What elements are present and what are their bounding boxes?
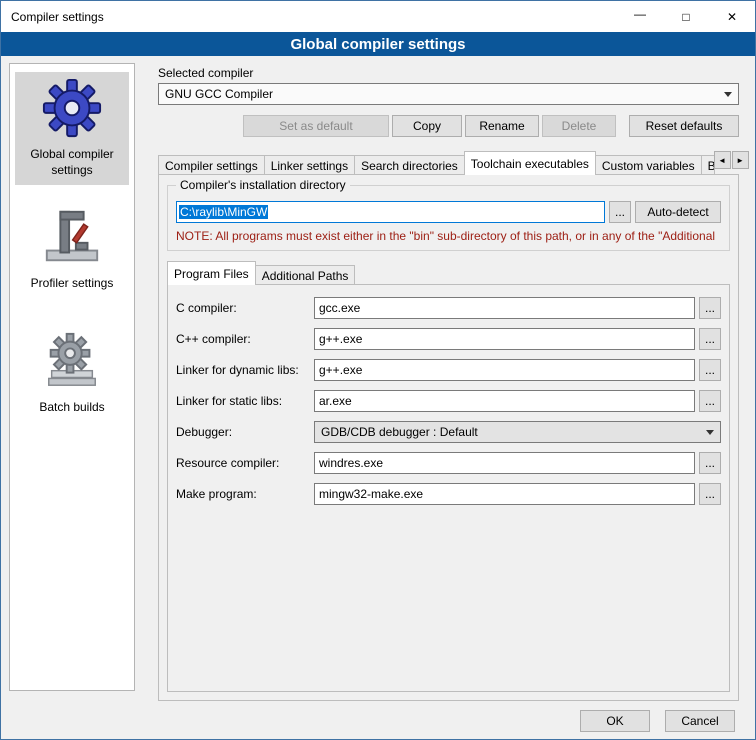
debugger-select[interactable]: GDB/CDB debugger : Default <box>314 421 721 443</box>
program-files-panel: C compiler: ... C++ compiler: ... Linker… <box>167 284 730 692</box>
c-compiler-input[interactable] <box>314 297 695 319</box>
tab-build-options[interactable]: Build <box>701 155 715 175</box>
arrow-right-icon: ► <box>736 156 744 165</box>
static-linker-input[interactable] <box>314 390 695 412</box>
gear-icon <box>41 77 103 139</box>
field-label: Resource compiler: <box>176 456 314 470</box>
form-row-dynamic-linker: Linker for dynamic libs: ... <box>176 359 721 381</box>
tab-additional-paths[interactable]: Additional Paths <box>255 265 356 285</box>
chevron-down-icon <box>724 92 732 97</box>
settings-sidebar: Global compiler settings Profiler settin… <box>9 63 135 691</box>
field-label: C compiler: <box>176 301 314 315</box>
installation-directory-label: Compiler's installation directory <box>176 178 350 192</box>
auto-detect-button[interactable]: Auto-detect <box>635 201 721 223</box>
field-label: Linker for static libs: <box>176 394 314 408</box>
compiler-actions: Set as default Copy Rename Delete Reset … <box>158 115 739 137</box>
selected-compiler-label: Selected compiler <box>158 66 253 80</box>
sidebar-item-profiler-settings[interactable]: Profiler settings <box>15 201 129 299</box>
field-label: C++ compiler: <box>176 332 314 346</box>
debugger-value: GDB/CDB debugger : Default <box>321 425 700 439</box>
browse-button[interactable]: ... <box>699 452 721 474</box>
settings-tab-bar: Compiler settings Linker settings Search… <box>158 151 739 175</box>
browse-button[interactable]: ... <box>699 328 721 350</box>
delete-button: Delete <box>542 115 616 137</box>
maximize-button[interactable]: □ <box>663 1 709 32</box>
install-dir-note: NOTE: All programs must exist either in … <box>176 229 729 243</box>
copy-button[interactable]: Copy <box>392 115 462 137</box>
installation-directory-row: C:\raylib\MinGW ... Auto-detect <box>176 201 721 223</box>
sidebar-item-label: Global compiler settings <box>17 147 127 178</box>
installation-directory-group: Compiler's installation directory C:\ray… <box>167 185 730 251</box>
tab-toolchain-executables[interactable]: Toolchain executables <box>464 151 596 175</box>
tab-compiler-settings[interactable]: Compiler settings <box>158 155 265 175</box>
set-as-default-button: Set as default <box>243 115 389 137</box>
tab-scroll-controls: ◄ ► <box>714 151 749 169</box>
install-dir-selected-text: C:\raylib\MinGW <box>179 205 268 219</box>
window-title: Compiler settings <box>1 1 617 32</box>
chevron-down-icon <box>706 430 714 435</box>
tab-linker-settings[interactable]: Linker settings <box>264 155 355 175</box>
dynamic-linker-input[interactable] <box>314 359 695 381</box>
form-row-make-program: Make program: ... <box>176 483 721 505</box>
field-label: Linker for dynamic libs: <box>176 363 314 377</box>
tab-custom-variables[interactable]: Custom variables <box>595 155 702 175</box>
title-bar: Compiler settings — □ ✕ <box>1 1 755 32</box>
close-button[interactable]: ✕ <box>709 1 755 32</box>
sidebar-item-label: Profiler settings <box>31 276 114 292</box>
selected-compiler-dropdown[interactable]: GNU GCC Compiler <box>158 83 739 105</box>
rename-button[interactable]: Rename <box>465 115 539 137</box>
program-files-tab-bar: Program Files Additional Paths <box>167 261 730 285</box>
install-dir-input[interactable]: C:\raylib\MinGW <box>176 201 605 223</box>
browse-button[interactable]: ... <box>699 483 721 505</box>
browse-button[interactable]: ... <box>699 390 721 412</box>
tab-scroll-right-button[interactable]: ► <box>732 151 749 169</box>
main-panel: Selected compiler GNU GCC Compiler Set a… <box>146 56 749 739</box>
toolchain-executables-panel: Compiler's installation directory C:\ray… <box>158 174 739 701</box>
sidebar-item-global-compiler-settings[interactable]: Global compiler settings <box>15 72 129 185</box>
form-row-debugger: Debugger: GDB/CDB debugger : Default <box>176 421 721 443</box>
ok-button[interactable]: OK <box>580 710 650 732</box>
reset-defaults-button[interactable]: Reset defaults <box>629 115 739 137</box>
form-row-static-linker: Linker for static libs: ... <box>176 390 721 412</box>
tab-program-files[interactable]: Program Files <box>167 261 256 285</box>
selected-compiler-value: GNU GCC Compiler <box>165 87 718 101</box>
make-program-input[interactable] <box>314 483 695 505</box>
minimize-button[interactable]: — <box>617 1 663 32</box>
tab-scroll-left-button[interactable]: ◄ <box>714 151 731 169</box>
field-label: Make program: <box>176 487 314 501</box>
form-row-cpp-compiler: C++ compiler: ... <box>176 328 721 350</box>
compiler-settings-dialog: Compiler settings — □ ✕ Global compiler … <box>0 0 756 740</box>
browse-button[interactable]: ... <box>699 359 721 381</box>
tab-search-directories[interactable]: Search directories <box>354 155 465 175</box>
resource-compiler-input[interactable] <box>314 452 695 474</box>
field-label: Debugger: <box>176 425 314 439</box>
install-dir-browse-button[interactable]: ... <box>609 201 631 223</box>
form-row-c-compiler: C compiler: ... <box>176 297 721 319</box>
cpp-compiler-input[interactable] <box>314 328 695 350</box>
profiler-icon <box>41 206 103 268</box>
batch-builds-icon <box>41 330 103 392</box>
browse-button[interactable]: ... <box>699 297 721 319</box>
sidebar-item-label: Batch builds <box>39 400 104 416</box>
cancel-button[interactable]: Cancel <box>665 710 735 732</box>
arrow-left-icon: ◄ <box>718 156 726 165</box>
sidebar-item-batch-builds[interactable]: Batch builds <box>15 325 129 423</box>
dialog-body: Global compiler settings Profiler settin… <box>1 56 755 739</box>
page-title: Global compiler settings <box>1 32 755 56</box>
form-row-resource-compiler: Resource compiler: ... <box>176 452 721 474</box>
